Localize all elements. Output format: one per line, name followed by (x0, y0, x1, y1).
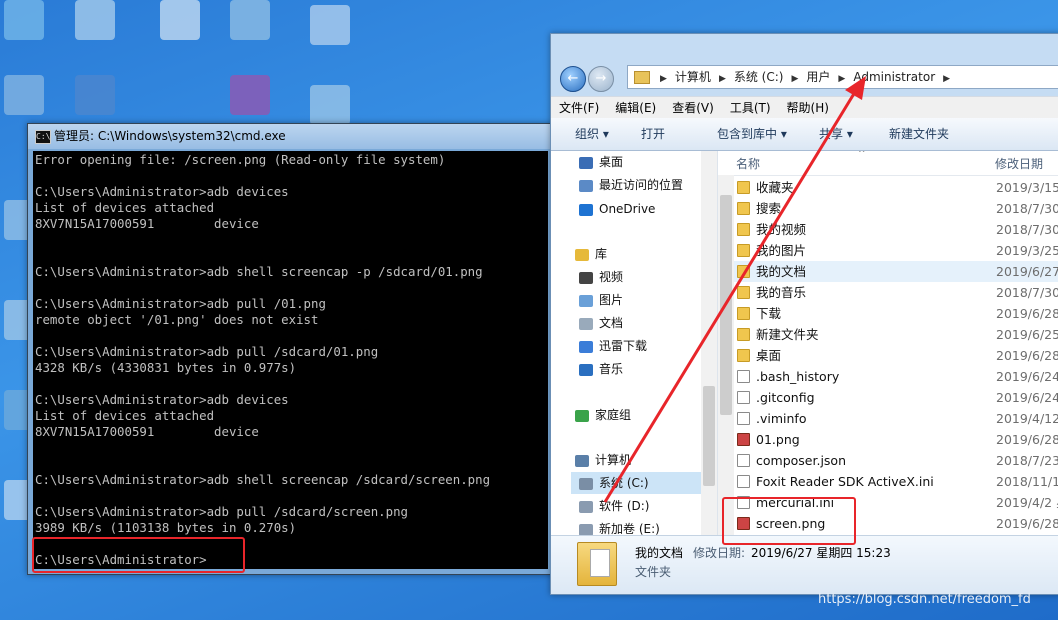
arrow-head (845, 76, 866, 100)
annotation-arrow (603, 76, 866, 503)
arrow-line (603, 91, 857, 503)
watermark: https://blog.csdn.net/freedom_fd (818, 592, 1031, 607)
